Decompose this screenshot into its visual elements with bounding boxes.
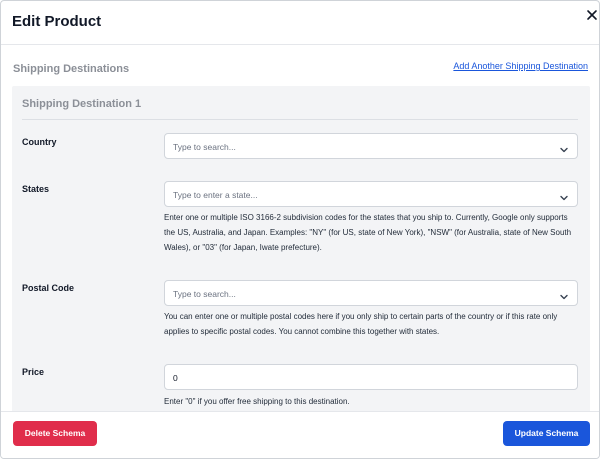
edit-product-modal: Edit Product Shipping Destinations Add A… bbox=[0, 0, 600, 459]
country-label: Country bbox=[22, 137, 57, 147]
chevron-down-icon bbox=[559, 142, 569, 153]
modal-header: Edit Product bbox=[1, 1, 599, 45]
update-schema-button[interactable]: Update Schema bbox=[503, 421, 590, 446]
postal-code-placeholder: Type to search... bbox=[173, 289, 236, 299]
price-help-text: Enter "0" if you offer free shipping to … bbox=[164, 397, 350, 406]
chevron-down-icon bbox=[559, 190, 569, 201]
price-label: Price bbox=[22, 367, 45, 377]
country-select[interactable]: Type to search... bbox=[164, 133, 578, 159]
add-destination-link[interactable]: Add Another Shipping Destination bbox=[453, 61, 588, 71]
destination-title: Shipping Destination 1 bbox=[22, 98, 142, 110]
modal-footer: Delete Schema Update Schema bbox=[1, 411, 599, 458]
states-help-text: Enter one or multiple ISO 3166-2 subdivi… bbox=[164, 213, 572, 252]
postal-code-help-text: You can enter one or multiple postal cod… bbox=[164, 312, 558, 336]
section-title: Shipping Destinations bbox=[13, 63, 130, 75]
delete-schema-button[interactable]: Delete Schema bbox=[13, 421, 97, 446]
chevron-down-icon bbox=[559, 289, 569, 300]
divider bbox=[22, 119, 578, 120]
shipping-destination-panel: Shipping Destination 1 Country Type to s… bbox=[12, 86, 590, 411]
price-input[interactable]: 0 bbox=[164, 364, 578, 390]
states-label: States bbox=[22, 184, 50, 194]
states-select[interactable]: Type to enter a state... bbox=[164, 181, 578, 207]
states-placeholder: Type to enter a state... bbox=[173, 190, 258, 200]
postal-code-label: Postal Code bbox=[22, 283, 75, 293]
modal-body: Shipping Destinations Add Another Shippi… bbox=[1, 46, 599, 411]
close-icon[interactable] bbox=[586, 9, 598, 21]
price-value: 0 bbox=[173, 373, 178, 383]
country-placeholder: Type to search... bbox=[173, 142, 236, 152]
modal-title: Edit Product bbox=[12, 13, 102, 30]
postal-code-select[interactable]: Type to search... bbox=[164, 280, 578, 306]
